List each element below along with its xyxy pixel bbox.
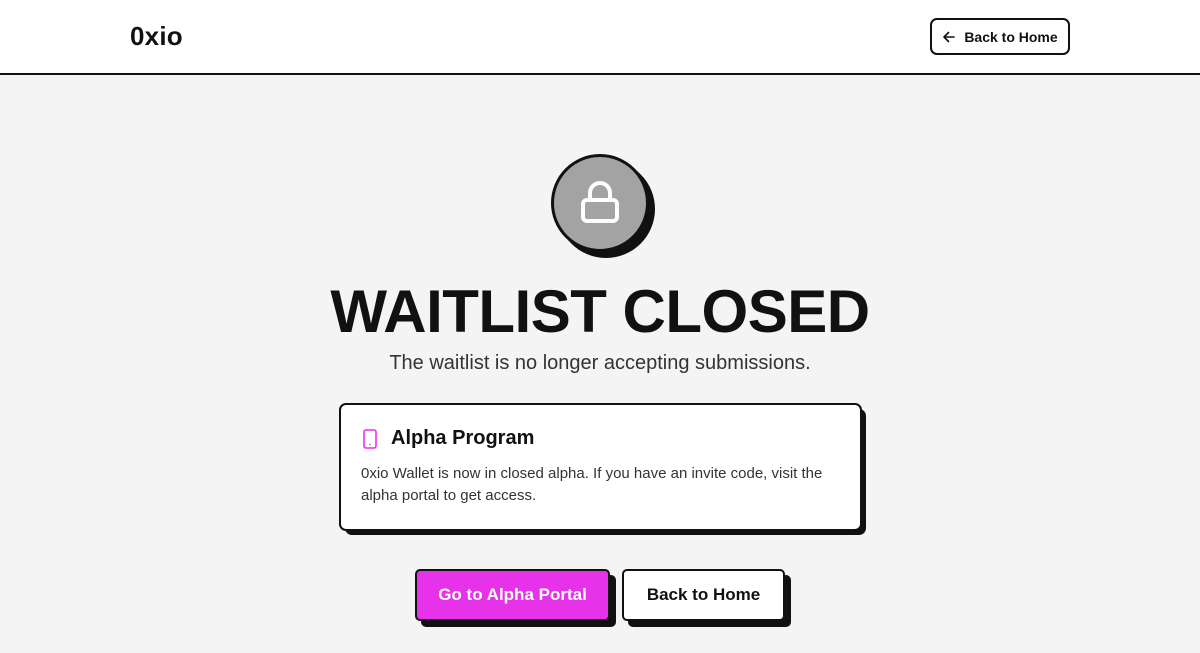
card-body: 0xio Wallet is now in closed alpha. If y…	[361, 465, 823, 504]
smartphone-icon	[363, 428, 377, 449]
alpha-program-card: Alpha Program 0xio Wallet is now in clos…	[339, 403, 862, 531]
page-title: WAITLIST CLOSED	[330, 278, 870, 345]
header-back-label: Back to Home	[964, 28, 1058, 45]
header-back-to-home-button[interactable]: Back to Home	[930, 18, 1070, 55]
back-to-home-button[interactable]: Back to Home	[622, 569, 785, 621]
site-header: 0xio Back to Home	[0, 0, 1200, 75]
main-content: WAITLIST CLOSED The waitlist is no longe…	[0, 77, 1200, 653]
lock-badge-circle	[551, 154, 649, 252]
lock-badge	[551, 154, 657, 260]
card-header: Alpha Program	[361, 427, 534, 450]
arrow-left-icon	[943, 31, 956, 42]
lock-icon	[581, 181, 619, 223]
go-to-alpha-portal-button[interactable]: Go to Alpha Portal	[415, 569, 610, 621]
page-subtitle: The waitlist is no longer accepting subm…	[389, 352, 811, 374]
card-title: Alpha Program	[391, 427, 535, 449]
logo[interactable]: 0xio	[130, 21, 183, 52]
